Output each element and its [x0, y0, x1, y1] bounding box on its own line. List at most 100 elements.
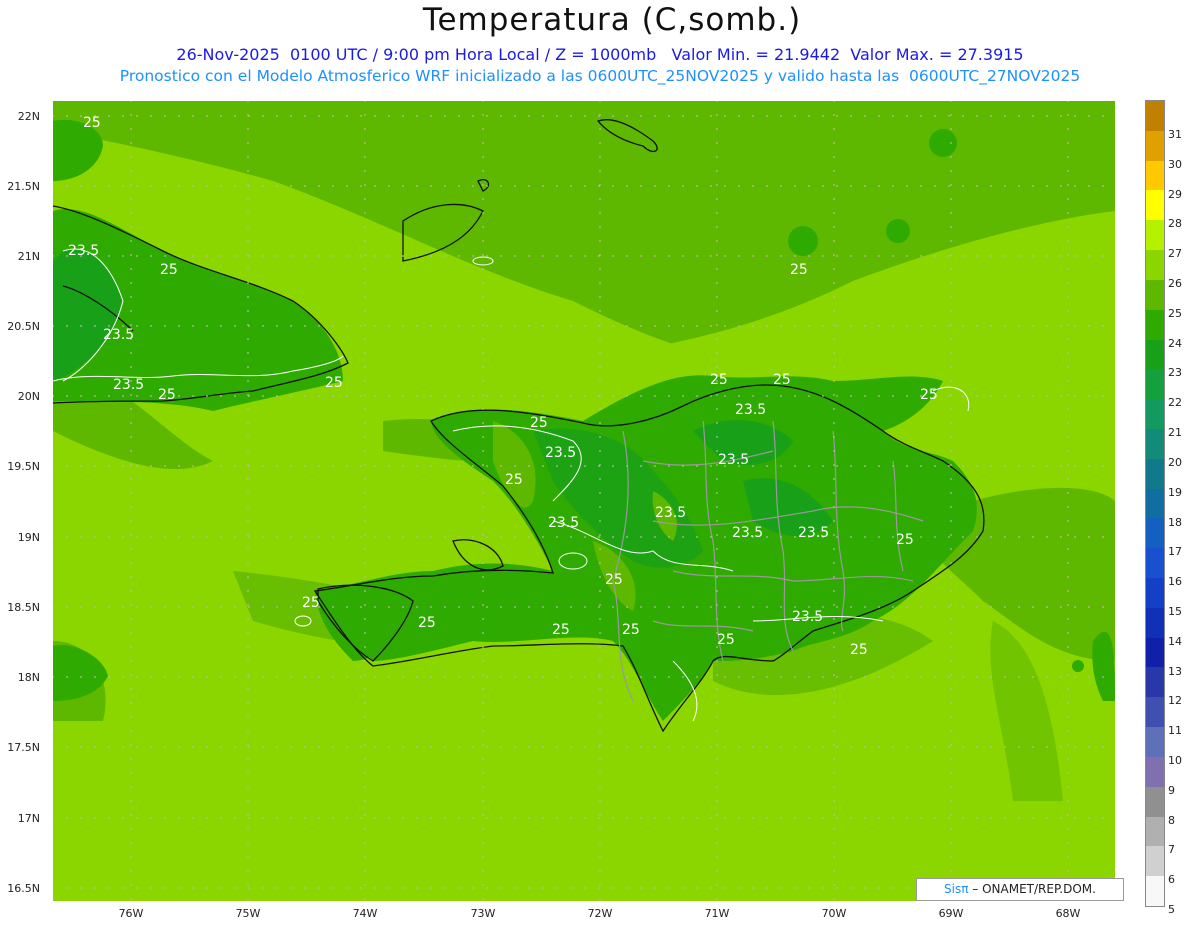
- colorbar-swatch: [1146, 250, 1164, 280]
- credit-text: – ONAMET/REP.DOM.: [972, 882, 1096, 896]
- contour-label: 23.5: [735, 402, 767, 418]
- colorbar-label: 14: [1168, 634, 1182, 648]
- contour-label: 25: [160, 262, 178, 278]
- lat-label: 21.5N: [7, 180, 40, 193]
- colorbar-swatch: [1146, 428, 1164, 459]
- contour-label: 25: [325, 375, 343, 391]
- contour-label: 25: [552, 622, 570, 638]
- lon-label: 75W: [235, 907, 261, 920]
- colorbar-swatch: [1146, 578, 1164, 608]
- map-title: Temperatura (C,somb.): [422, 2, 802, 38]
- colorbar-swatch: [1146, 876, 1164, 906]
- sispi-logo: Sisπ: [944, 882, 969, 896]
- lat-label: 19.5N: [7, 460, 40, 473]
- colorbar-swatch: [1146, 816, 1164, 847]
- contour-label: 25: [790, 262, 808, 278]
- colorbar-label: 5: [1168, 903, 1175, 917]
- colorbar-swatch: [1146, 160, 1164, 191]
- lon-label: 70W: [821, 907, 847, 920]
- colorbar-swatch: [1146, 369, 1164, 400]
- colorbar-label: 24: [1168, 336, 1182, 350]
- colorbar-label: 28: [1168, 217, 1182, 231]
- colorbar-swatch: [1146, 667, 1164, 698]
- colorbar-swatch: [1146, 190, 1164, 221]
- colorbar-label: 25: [1168, 306, 1182, 320]
- lat-label: 18N: [17, 671, 40, 684]
- contour-label: 25: [710, 372, 728, 388]
- lon-label: 71W: [704, 907, 730, 920]
- colorbar-label: 22: [1168, 396, 1182, 410]
- colorbar-label: 13: [1168, 664, 1182, 678]
- subtitle-model-info: Pronostico con el Modelo Atmosferico WRF…: [119, 67, 1081, 85]
- contour-label: 23.5: [732, 525, 764, 541]
- lon-label: 69W: [938, 907, 964, 920]
- colorbar-label: 19: [1168, 485, 1182, 499]
- colorbar-swatch: [1146, 279, 1164, 310]
- lat-label: 20N: [17, 390, 40, 403]
- colorbar-label: 10: [1168, 754, 1182, 768]
- contour-label: 25: [896, 532, 914, 548]
- contour-label: 25: [920, 387, 938, 403]
- colorbar-swatch: [1146, 786, 1164, 817]
- colorbar-label: 26: [1168, 276, 1182, 290]
- colorbar-label: 7: [1168, 843, 1175, 857]
- contour-label: 23.5: [798, 525, 830, 541]
- colorbar-swatch: [1146, 399, 1164, 429]
- colorbar-label: 18: [1168, 515, 1182, 529]
- contour-label: 25: [530, 415, 548, 431]
- contour-label: 25: [605, 572, 623, 588]
- colorbar-label: 11: [1168, 724, 1182, 738]
- contour-label: 25: [850, 642, 868, 658]
- contour-label: 23.5: [548, 515, 580, 531]
- lat-label: 18.5N: [7, 601, 40, 614]
- colorbar-swatch: [1146, 130, 1164, 161]
- contour-label: 25: [505, 472, 523, 488]
- lon-label: 76W: [118, 907, 144, 920]
- temperature-map: [53, 101, 1115, 901]
- contour-label: 25: [83, 115, 101, 131]
- contour-label: 23.5: [113, 377, 145, 393]
- colorbar-label: 9: [1168, 783, 1175, 797]
- colorbar-label: 16: [1168, 575, 1182, 589]
- colorbar-swatch: [1146, 101, 1164, 131]
- colorbar-swatch: [1146, 518, 1164, 549]
- contour-label: 23.5: [103, 327, 135, 343]
- colorbar-swatch: [1146, 339, 1164, 370]
- colorbar-label: 12: [1168, 694, 1182, 708]
- colorbar-swatch: [1146, 488, 1164, 519]
- colorbar-label: 21: [1168, 426, 1182, 440]
- contour-label: 25: [717, 632, 735, 648]
- colorbar-swatch: [1146, 727, 1164, 757]
- colorbar-swatch: [1146, 756, 1164, 787]
- colorbar-label: 30: [1168, 157, 1182, 171]
- contour-label: 23.5: [792, 609, 824, 625]
- lat-label: 22N: [17, 110, 40, 123]
- contour-label: 25: [418, 615, 436, 631]
- contour-label: 23.5: [655, 505, 687, 521]
- colorbar-swatch: [1146, 846, 1164, 877]
- colorbar-label: 23: [1168, 366, 1182, 380]
- colorbar-label: 15: [1168, 604, 1182, 618]
- contour-label: 25: [158, 387, 176, 403]
- colorbar-label: 17: [1168, 545, 1182, 559]
- lon-label: 74W: [352, 907, 378, 920]
- colorbar-label: 6: [1168, 873, 1175, 887]
- colorbar-label: 31: [1168, 127, 1182, 141]
- colorbar-label: 8: [1168, 813, 1175, 827]
- contour-label: 23.5: [68, 243, 100, 259]
- colorbar-swatch: [1146, 607, 1164, 638]
- lon-label: 68W: [1055, 907, 1081, 920]
- credit-box: Sisπ – ONAMET/REP.DOM.: [916, 878, 1124, 901]
- lat-label: 20.5N: [7, 320, 40, 333]
- lat-label: 19N: [17, 531, 40, 544]
- colorbar-swatch: [1146, 637, 1164, 668]
- colorbar-label: 29: [1168, 187, 1182, 201]
- lon-label: 73W: [470, 907, 496, 920]
- colorbar-label: 27: [1168, 247, 1182, 261]
- contour-label: 23.5: [545, 445, 577, 461]
- colorbar-label: 20: [1168, 455, 1182, 469]
- lat-label: 17.5N: [7, 741, 40, 754]
- lat-label: 16.5N: [7, 882, 40, 895]
- colorbar-swatch: [1146, 697, 1164, 728]
- contour-label: 25: [622, 622, 640, 638]
